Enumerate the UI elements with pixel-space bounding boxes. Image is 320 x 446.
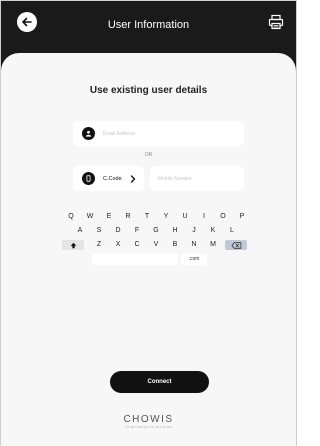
dotcom-key[interactable]: .com — [181, 254, 207, 265]
key-d[interactable]: D — [113, 226, 123, 236]
email-field[interactable]: Email Address — [73, 121, 244, 146]
key-l[interactable]: L — [227, 226, 237, 236]
phone-icon — [82, 172, 95, 185]
key-i[interactable]: I — [199, 212, 209, 222]
connect-button[interactable]: Connect — [110, 371, 209, 393]
user-icon — [82, 127, 95, 140]
email-placeholder: Email Address — [103, 130, 135, 137]
space-key[interactable] — [92, 254, 178, 265]
printer-icon — [268, 14, 284, 30]
backspace-key[interactable] — [225, 240, 247, 250]
section-heading: Use existing user details — [89, 85, 208, 96]
key-t[interactable]: T — [142, 212, 152, 222]
or-divider: OR — [144, 152, 153, 158]
key-b[interactable]: B — [170, 240, 180, 250]
brand-logo: CHOWIS YOUR CHOICE OF SOLUTION — [1, 414, 296, 429]
key-a[interactable]: A — [75, 226, 85, 236]
country-code-selector[interactable]: C.Code — [73, 166, 144, 191]
key-c[interactable]: C — [132, 240, 142, 250]
key-m[interactable]: M — [208, 240, 218, 250]
chevron-right-icon — [130, 174, 136, 183]
key-z[interactable]: Z — [94, 240, 104, 250]
brand-tagline: YOUR CHOICE OF SOLUTION — [125, 426, 172, 429]
app-frame: User Information Use existing user detai… — [0, 0, 297, 446]
key-q[interactable]: Q — [66, 212, 76, 222]
key-h[interactable]: H — [170, 226, 180, 236]
page-title: User Information — [107, 19, 190, 31]
key-r[interactable]: R — [123, 212, 133, 222]
key-u[interactable]: U — [180, 212, 190, 222]
brand-name: CHOWIS — [123, 414, 174, 425]
key-o[interactable]: O — [218, 212, 228, 222]
shift-icon — [70, 242, 76, 248]
key-v[interactable]: V — [151, 240, 161, 250]
key-s[interactable]: S — [94, 226, 104, 236]
mobile-placeholder: Mobile Number — [158, 175, 192, 182]
country-code-label: C.Code — [103, 175, 122, 182]
key-k[interactable]: K — [208, 226, 218, 236]
shift-key[interactable] — [62, 240, 84, 250]
key-e[interactable]: E — [104, 212, 114, 222]
key-g[interactable]: G — [151, 226, 161, 236]
key-n[interactable]: N — [189, 240, 199, 250]
key-w[interactable]: W — [85, 212, 95, 222]
key-x[interactable]: X — [113, 240, 123, 250]
backspace-icon — [230, 241, 241, 249]
mobile-number-field[interactable]: Mobile Number — [150, 166, 244, 191]
print-button[interactable] — [266, 12, 286, 32]
key-j[interactable]: J — [189, 226, 199, 236]
header-bar: User Information — [1, 1, 296, 61]
key-p[interactable]: P — [237, 212, 247, 222]
key-y[interactable]: Y — [161, 212, 171, 222]
key-f[interactable]: F — [132, 226, 142, 236]
